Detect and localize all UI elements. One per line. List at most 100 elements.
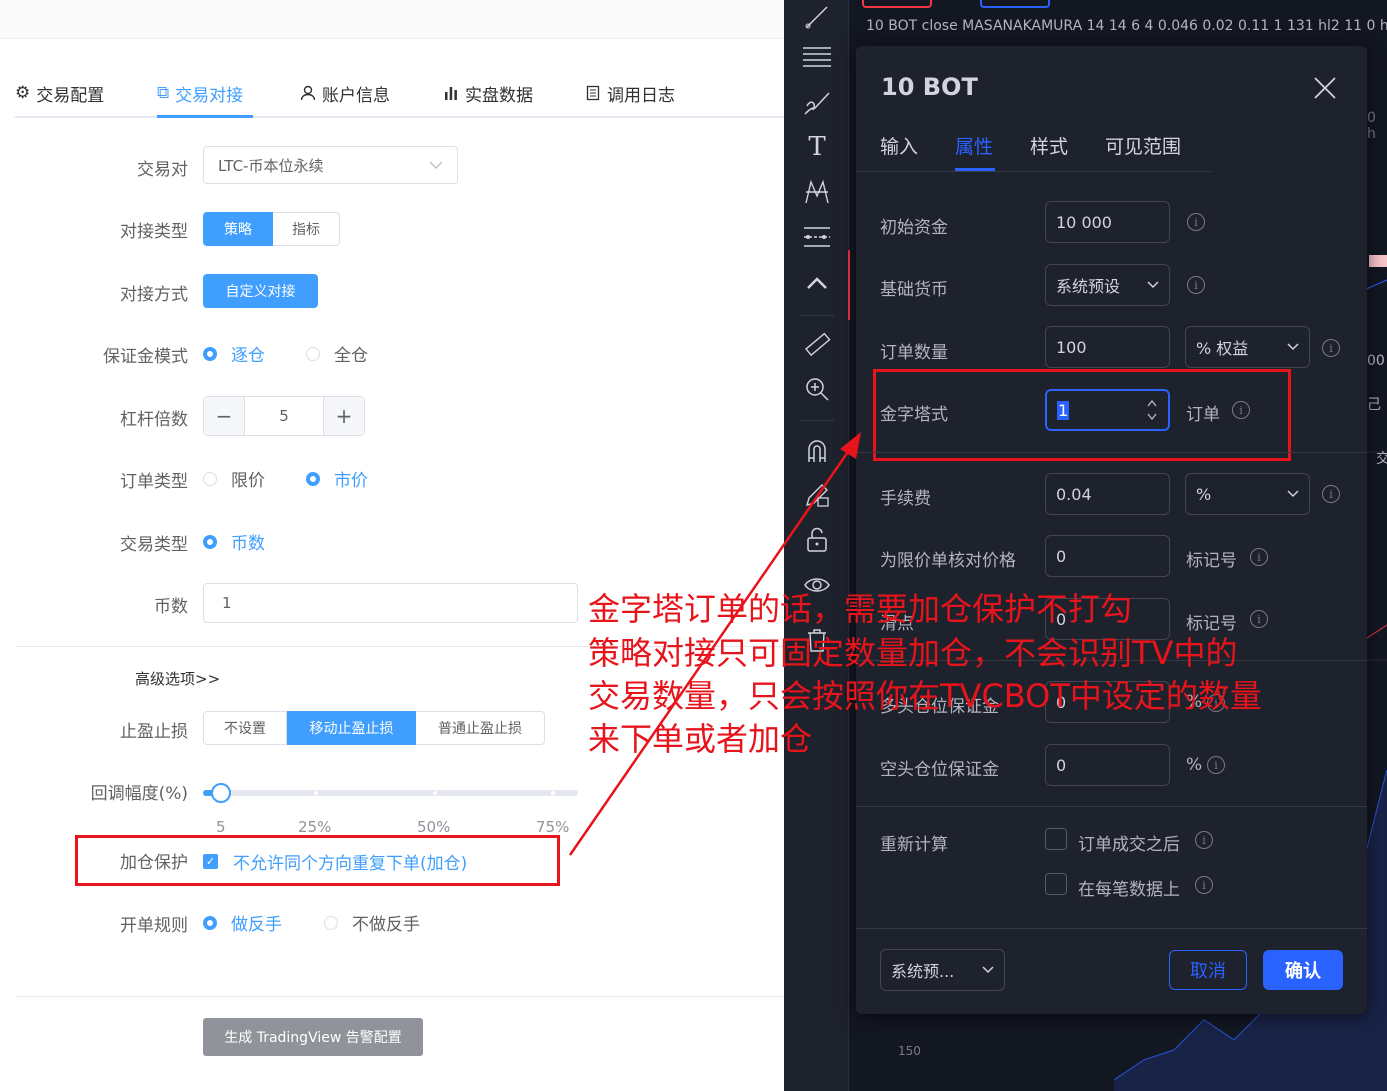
- info-icon[interactable]: i: [1195, 876, 1213, 894]
- leverage-minus-button[interactable]: −: [204, 397, 244, 435]
- slider-stop: [314, 791, 318, 795]
- recalc-every-tick-checkbox[interactable]: [1045, 873, 1067, 895]
- confirm-button[interactable]: 确认: [1263, 950, 1343, 990]
- tab-trade-connect[interactable]: ⧉ 交易对接: [157, 80, 243, 106]
- info-icon[interactable]: i: [1250, 548, 1268, 566]
- chart-edge-text: 己: [1367, 397, 1381, 413]
- document-icon: [586, 85, 600, 101]
- connect-type-indicator-button[interactable]: 指标: [273, 212, 340, 246]
- order-size-unit-select[interactable]: % 权益: [1185, 326, 1310, 368]
- tpsl-normal-button[interactable]: 普通止盈止损: [416, 711, 545, 745]
- dialog-tab-properties[interactable]: 属性: [955, 132, 993, 159]
- leverage-input[interactable]: 5: [244, 397, 324, 435]
- zoom-in-icon[interactable]: [800, 372, 834, 406]
- tab-live-data[interactable]: 实盘数据: [443, 80, 533, 106]
- cancel-button[interactable]: 取消: [1169, 950, 1247, 990]
- margin-isolated-radio[interactable]: 逐仓: [203, 341, 265, 366]
- text-tool-icon[interactable]: T: [800, 130, 834, 164]
- custom-connect-button[interactable]: 自定义对接: [203, 274, 318, 308]
- projection-tool-icon[interactable]: [800, 220, 834, 254]
- commission-unit-select[interactable]: %: [1185, 473, 1310, 515]
- chevron-down-icon: [1287, 343, 1299, 351]
- open-rule-reverse-radio[interactable]: 做反手: [203, 910, 282, 935]
- dialog-tab-visibility[interactable]: 可见范围: [1105, 132, 1181, 159]
- pullback-slider-handle[interactable]: [211, 783, 231, 803]
- unlock-icon[interactable]: [800, 523, 834, 557]
- dialog-tab-inputs[interactable]: 输入: [880, 132, 918, 159]
- brush-tool-icon[interactable]: [800, 86, 834, 120]
- tab-trade-config[interactable]: ⚙ 交易配置: [15, 80, 104, 106]
- order-type-market-radio[interactable]: 市价: [306, 466, 368, 491]
- recalc-after-fill-label: 订单成交之后: [1078, 835, 1180, 855]
- radio-dot: [203, 534, 217, 549]
- slider-stop: [551, 791, 555, 795]
- order-type-limit-radio[interactable]: 限价: [203, 466, 265, 491]
- pullback-slider-track[interactable]: [203, 790, 578, 796]
- dialog-divider: [856, 452, 1367, 453]
- commission-input[interactable]: 0.04: [1045, 473, 1170, 515]
- short-margin-input[interactable]: 0: [1045, 744, 1170, 786]
- trend-line-tool-icon[interactable]: [800, 0, 834, 34]
- info-icon[interactable]: i: [1322, 485, 1340, 503]
- slider-mark: 75%: [536, 818, 570, 836]
- tpsl-trailing-button[interactable]: 移动止盈止损: [287, 711, 416, 745]
- bar-chart-icon: [445, 87, 457, 100]
- slider-mark: 50%: [417, 818, 451, 836]
- tpsl-none-button[interactable]: 不设置: [203, 711, 287, 745]
- price-axis-label: 150: [898, 1044, 921, 1058]
- indicator-legend: 10 BOT close MASANAKAMURA 14 14 6 4 0.04…: [866, 18, 1387, 34]
- open-rule-no-reverse-radio[interactable]: 不做反手: [324, 910, 420, 935]
- initial-capital-input[interactable]: 10 000: [1045, 201, 1170, 243]
- preset-select[interactable]: 系统预...: [880, 949, 1005, 991]
- info-icon[interactable]: i: [1207, 756, 1225, 774]
- tab-account-info[interactable]: 账户信息: [300, 80, 390, 106]
- recalc-after-fill-checkbox[interactable]: [1045, 828, 1067, 850]
- chevron-up-icon[interactable]: [800, 266, 834, 300]
- top-strip: [0, 0, 784, 39]
- info-icon[interactable]: i: [1322, 339, 1340, 357]
- radio-dot: [203, 346, 217, 361]
- trade-type-coin-radio[interactable]: 币数: [203, 529, 265, 554]
- gear-icon: ⚙: [15, 83, 31, 103]
- commission-label: 手续费: [880, 489, 931, 509]
- verify-price-label: 为限价单核对价格: [880, 551, 1016, 571]
- pair-select[interactable]: LTC-币本位永续: [203, 146, 458, 184]
- info-icon[interactable]: i: [1195, 831, 1213, 849]
- coin-input[interactable]: 1: [203, 583, 578, 623]
- trade-type-label: 交易类型: [120, 535, 188, 555]
- connect-mode-label: 对接方式: [120, 285, 188, 305]
- info-icon[interactable]: i: [1187, 213, 1205, 231]
- order-type-label: 订单类型: [120, 472, 188, 492]
- info-icon[interactable]: i: [1187, 276, 1205, 294]
- dialog-tab-line: [856, 171, 1211, 172]
- ruler-icon[interactable]: [800, 328, 834, 362]
- pencil-lock-icon[interactable]: [800, 478, 834, 512]
- margin-cross-radio[interactable]: 全仓: [306, 341, 368, 366]
- fib-tool-icon[interactable]: [800, 40, 834, 74]
- radio-dot: [306, 471, 320, 486]
- pattern-tool-icon[interactable]: [800, 175, 834, 209]
- chart-top-marker: [980, 0, 1050, 8]
- verify-price-input[interactable]: 0: [1045, 535, 1170, 577]
- info-icon[interactable]: i: [1250, 610, 1268, 628]
- toolbar-edge-marker: [848, 250, 850, 320]
- chart-edge-text: 交: [1376, 451, 1387, 467]
- dialog-tab-style[interactable]: 样式: [1030, 132, 1068, 159]
- order-size-input[interactable]: 100: [1045, 326, 1170, 368]
- tab-call-log[interactable]: 调用日志: [585, 80, 675, 106]
- base-currency-select[interactable]: 系统预设: [1045, 264, 1170, 306]
- close-icon[interactable]: [1312, 75, 1338, 101]
- chart-top-marker: [862, 0, 932, 8]
- magnet-icon[interactable]: [800, 434, 834, 468]
- leverage-stepper: − 5 +: [203, 396, 365, 436]
- connect-type-strategy-button[interactable]: 策略: [203, 212, 273, 246]
- tpsl-label: 止盈止损: [120, 722, 188, 742]
- generate-alert-config-button[interactable]: 生成 TradingView 告警配置: [203, 1018, 423, 1056]
- chevron-down-icon: [429, 161, 443, 170]
- annotation-line-2: 策略对接只可固定数量加仓，不会识别TV中的: [588, 634, 1238, 672]
- short-margin-unit: %: [1186, 755, 1203, 775]
- base-currency-label: 基础货币: [880, 280, 948, 300]
- leverage-plus-button[interactable]: +: [324, 397, 364, 435]
- advanced-options-link[interactable]: 高级选项>>: [135, 668, 220, 689]
- dialog-divider: [856, 928, 1367, 929]
